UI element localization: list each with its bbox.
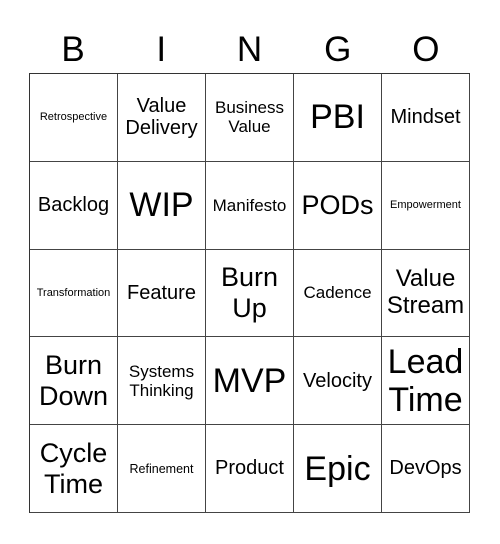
header-letter-g: G (324, 30, 352, 69)
bingo-cell[interactable]: Velocity (294, 337, 382, 426)
bingo-cell-text: Feature (127, 281, 196, 304)
bingo-cell[interactable]: PODs (294, 161, 382, 250)
bingo-cell[interactable]: Transformation (30, 249, 118, 338)
bingo-cell[interactable]: Manifesto (206, 161, 294, 250)
bingo-cell-text: Burn Up (220, 261, 279, 323)
bingo-cell[interactable]: Refinement (118, 425, 206, 513)
bingo-cell-text: Transformation (36, 286, 111, 299)
bingo-cell[interactable]: Business Value (206, 74, 294, 162)
bingo-cell-text: Refinement (129, 461, 194, 476)
bingo-cell[interactable]: Lead Time (382, 337, 470, 426)
bingo-cell-text: Value Delivery (125, 95, 198, 140)
bingo-cell-text: DevOps (389, 457, 462, 480)
bingo-cell-text: PODs (301, 189, 374, 220)
bingo-cell-text: Value Stream (386, 265, 465, 319)
bingo-cell-text: Epic (304, 449, 371, 488)
bingo-cell[interactable]: Burn Up (206, 249, 294, 338)
bingo-cell[interactable]: Retrospective (30, 74, 118, 162)
bingo-cell-text: PBI (310, 98, 365, 137)
bingo-header: B I N G O (29, 28, 470, 72)
bingo-cell-text: Backlog (37, 194, 110, 216)
header-letter-o: O (412, 30, 440, 69)
bingo-cell[interactable]: Cadence (294, 249, 382, 338)
bingo-cell-text: Product (215, 457, 284, 480)
bingo-cell[interactable]: Systems Thinking (118, 337, 206, 426)
bingo-cell-text: Velocity (303, 369, 372, 392)
bingo-cell[interactable]: MVP (206, 337, 294, 426)
bingo-cell-text: Mindset (390, 106, 461, 129)
bingo-cell[interactable]: Value Delivery (118, 74, 206, 162)
bingo-cell[interactable]: Feature (118, 249, 206, 338)
bingo-cell-text: Business Value (215, 98, 284, 137)
bingo-cell-text: Manifesto (212, 195, 287, 215)
bingo-cell-text: Cycle Time (39, 437, 108, 499)
bingo-cell[interactable]: Empowerment (382, 161, 470, 250)
bingo-cell-text: MVP (212, 361, 287, 400)
bingo-cell[interactable]: DevOps (382, 425, 470, 513)
bingo-grid: Retrospective Value Delivery Business Valu… (29, 73, 470, 513)
bingo-cell[interactable]: Mindset (382, 74, 470, 162)
header-letter-n: N (236, 30, 263, 69)
header-letter-i: I (156, 30, 167, 69)
bingo-cell-text: Lead Time (387, 342, 464, 419)
bingo-cell-text: Burn Down (38, 349, 109, 411)
bingo-cell[interactable]: Epic (294, 425, 382, 513)
bingo-cell-text: Empowerment (390, 199, 461, 212)
bingo-cell[interactable]: WIP (118, 161, 206, 250)
bingo-cell[interactable]: Cycle Time (30, 425, 118, 513)
header-letter-b: B (61, 30, 85, 69)
bingo-cell-text: Systems Thinking (128, 361, 195, 400)
bingo-cell[interactable]: Value Stream (382, 249, 470, 338)
bingo-cell-text: WIP (129, 186, 194, 225)
bingo-cell[interactable]: Backlog (30, 161, 118, 250)
bingo-cell-text: Cadence (303, 283, 372, 303)
bingo-cell[interactable]: Product (206, 425, 294, 513)
bingo-cell-text: Retrospective (39, 111, 108, 124)
bingo-cell[interactable]: Burn Down (30, 337, 118, 426)
bingo-cell[interactable]: PBI (294, 74, 382, 162)
